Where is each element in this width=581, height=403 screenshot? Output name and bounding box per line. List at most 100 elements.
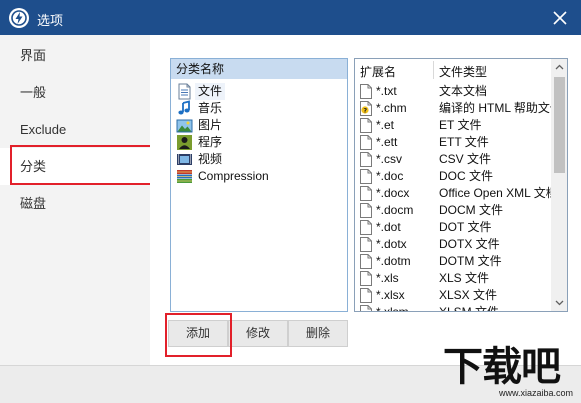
category-label: 文件 [195,83,226,100]
watermark: 下载吧 www.xiazaiba.com [443,344,578,400]
extension-row[interactable]: *.docx Office Open XML 文档 [355,185,558,202]
extension-file-type: Office Open XML 文档 [439,186,558,200]
extension-row[interactable]: *.txt 文本文档 [355,83,551,100]
category-item-file[interactable]: 文件 [176,83,341,100]
blank-file-icon [360,169,372,184]
watermark-url: www.xiazaiba.com [499,388,574,398]
extension-file-type: XLSM 文件 [439,305,500,312]
blank-file-icon [360,203,372,218]
extension-row[interactable]: *.dotx DOTX 文件 [355,236,551,253]
category-item-music[interactable]: 音乐 [176,100,341,117]
extension-name: *.docm [376,203,414,217]
extension-row[interactable]: *.csv CSV 文件 [355,151,551,168]
extension-file-type: CSV 文件 [439,152,492,166]
blank-file-icon [360,84,372,99]
extension-row[interactable]: *.ett ETT 文件 [355,134,551,151]
extension-name: *.xlsx [376,288,405,302]
extension-file-type: DOTX 文件 [439,237,500,251]
blank-file-icon [360,152,372,167]
watermark-logo-text: 下载吧 [443,343,561,390]
edit-button[interactable]: 修改 [228,320,288,347]
blank-file-icon [360,118,372,133]
category-item-picture[interactable]: 图片 [176,117,341,134]
sidebar-item-label: 磁盘 [20,196,47,211]
sidebar-item-label: Exclude [20,122,67,137]
extension-name: *.chm [376,101,407,115]
extension-name: *.dotm [376,254,411,268]
blank-file-icon [360,305,372,311]
extension-name: *.dot [376,220,401,234]
picture-icon [176,119,193,133]
program-person-icon [177,135,192,150]
extension-list-header: 扩展名 文件类型 [355,59,551,81]
sidebar-item-exclude[interactable]: Exclude [0,111,150,148]
lightning-logo-icon [9,8,29,28]
window-title: 选项 [37,13,64,28]
scrollbar-thumb[interactable] [554,77,565,173]
sidebar-item-interface[interactable]: 界面 [0,37,150,74]
close-button[interactable] [548,6,572,30]
close-icon [553,11,567,25]
category-item-video[interactable]: 视频 [176,151,341,168]
extension-name: *.txt [376,84,397,98]
category-item-compression[interactable]: Compression [176,168,341,185]
extension-row[interactable]: *.xlsm XLSM 文件 [355,304,551,312]
blank-file-icon [360,237,372,252]
extension-name: *.et [376,118,395,132]
extension-file-type: XLS 文件 [439,271,490,285]
extension-file-type: XLSX 文件 [439,288,498,302]
delete-button[interactable]: 删除 [288,320,348,347]
extension-row[interactable]: *.xls XLS 文件 [355,270,551,287]
sidebar-item-label: 界面 [20,48,47,63]
extension-row[interactable]: *.dotm DOTM 文件 [355,253,551,270]
extension-row[interactable]: ? *.chm 编译的 HTML 帮助文件 [355,100,562,117]
column-divider[interactable] [433,61,434,79]
extension-list[interactable]: 扩展名 文件类型 *.txt 文本文档? *.chm 编译的 HTML 帮助文件 *.e… [354,58,568,312]
extension-file-type: 编译的 HTML 帮助文件 [439,101,562,115]
extension-row[interactable]: *.et ET 文件 [355,117,551,134]
sidebar-item-general[interactable]: 一般 [0,74,150,111]
category-item-program[interactable]: 程序 [176,134,341,151]
extension-row[interactable]: *.docm DOCM 文件 [355,202,551,219]
title-bar: 选项 [0,0,581,35]
highlight-box-category [10,145,156,185]
help-file-icon: ? [360,101,372,116]
blank-file-icon [360,220,372,235]
blank-file-icon [360,135,372,150]
scroll-up-arrow-icon[interactable] [551,59,568,76]
extension-row[interactable]: *.xlsx XLSX 文件 [355,287,551,304]
category-label: 图片 [198,118,223,132]
extension-name: *.xls [376,271,399,285]
extension-file-type: ET 文件 [439,118,482,132]
column-header-file-type[interactable]: 文件类型 [439,63,487,80]
books-archive-icon [177,170,192,183]
document-icon [178,83,191,100]
category-label: 音乐 [198,101,223,115]
blank-file-icon [360,186,372,201]
category-label: Compression [198,169,269,183]
highlight-box-add [165,313,232,357]
category-list[interactable]: 分类名称 文件 音乐 图片 程序 视频 Compression [170,58,348,312]
extension-name: *.csv [376,152,403,166]
extension-name: *.docx [376,186,410,200]
sidebar-item-disk[interactable]: 磁盘 [0,185,150,222]
extension-name: *.xlsm [376,305,409,312]
vertical-scrollbar[interactable] [551,59,568,311]
film-icon [177,154,192,165]
scroll-down-arrow-icon[interactable] [551,294,568,311]
music-note-icon [178,100,190,115]
sidebar: 界面 一般 Exclude 分类 磁盘 [0,35,150,365]
column-header-extension[interactable]: 扩展名 [360,63,396,80]
extension-name: *.ett [376,135,398,149]
sidebar-item-label: 一般 [20,85,47,100]
extension-row[interactable]: *.doc DOC 文件 [355,168,551,185]
blank-file-icon [360,254,372,269]
extension-file-type: DOC 文件 [439,169,494,183]
category-label: 视频 [198,152,223,166]
category-label: 程序 [198,135,223,149]
extension-file-type: ETT 文件 [439,135,489,149]
extension-row[interactable]: *.dot DOT 文件 [355,219,551,236]
extension-file-type: DOT 文件 [439,220,492,234]
extension-file-type: 文本文档 [439,84,488,98]
extension-name: *.doc [376,169,404,183]
